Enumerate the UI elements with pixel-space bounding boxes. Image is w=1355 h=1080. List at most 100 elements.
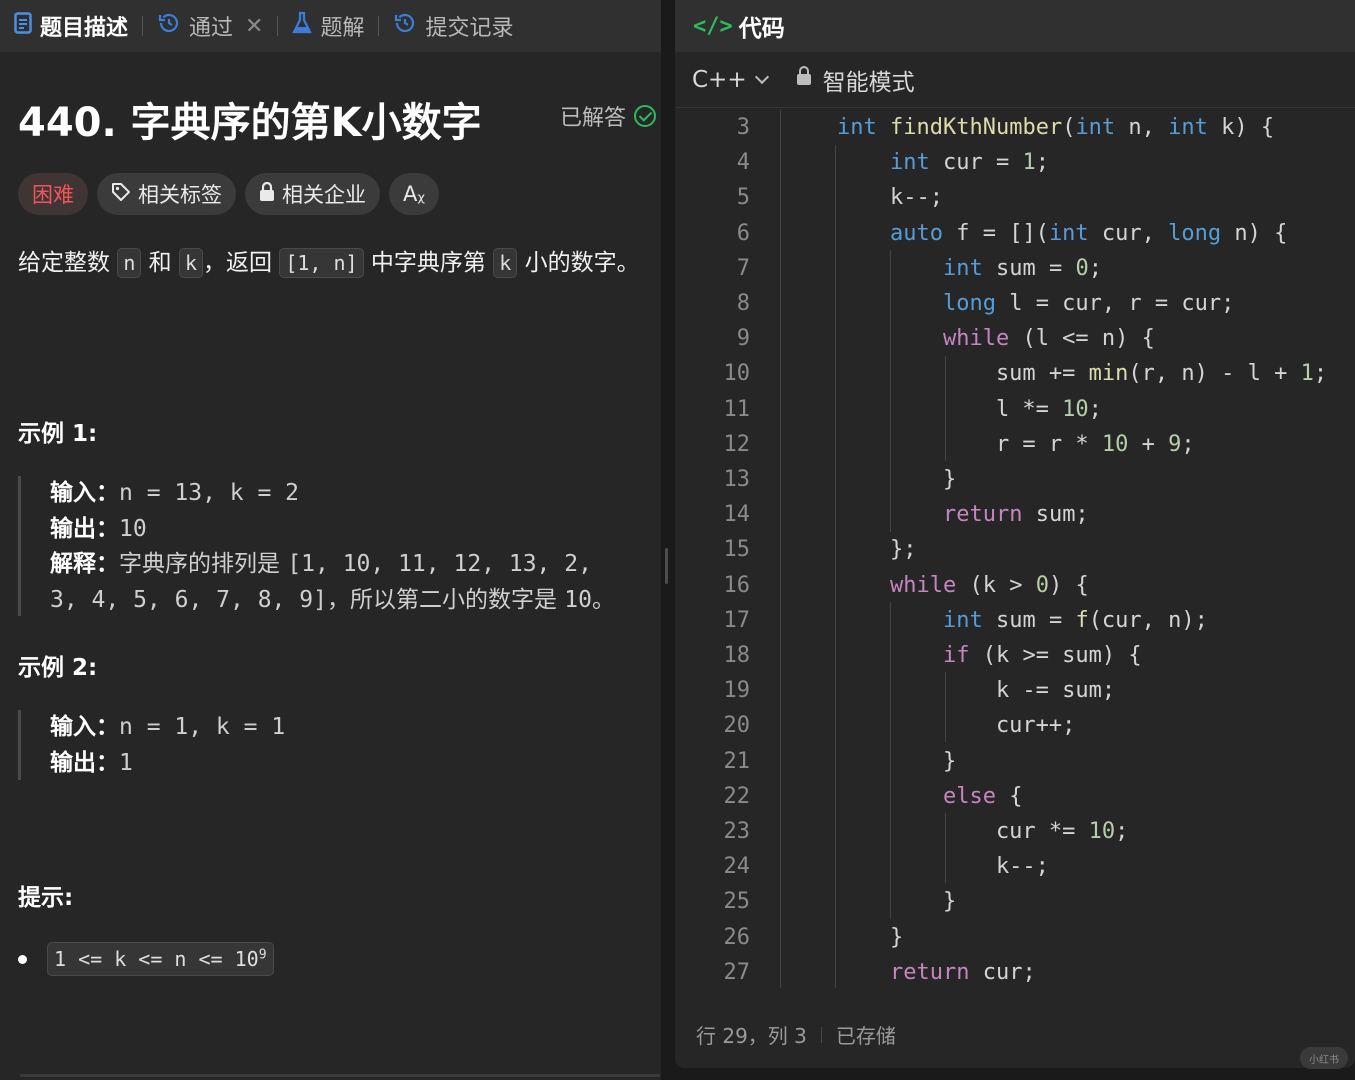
code-token: r = r *	[837, 431, 1102, 457]
lock-icon	[259, 181, 275, 207]
cursor-position: 行 29，列 3	[696, 1024, 807, 1048]
example-1-box: 输入：n = 13, k = 2 输出：10 解释：字典序的排列是 [1, 10…	[18, 476, 658, 616]
code-token: int	[889, 150, 930, 176]
language-select[interactable]: C++	[692, 67, 769, 93]
flask-icon	[292, 11, 313, 41]
code-token: (r, n) - l +	[1128, 361, 1301, 387]
tab-pass[interactable]: 通过 ✕	[157, 10, 263, 42]
code-token: long	[942, 291, 996, 316]
problem-tags: 困难 相关标签 相关企业 Aᵪ	[18, 173, 440, 215]
code-line: 10 sum += min(r, n) - l + 1;	[675, 356, 1355, 391]
code-token: ;	[1088, 255, 1102, 281]
editor-status-bar: 行 29，列 3 已存储	[696, 1020, 896, 1049]
watermark: 小红书	[1300, 1047, 1348, 1069]
example-2-box: 输入：n = 1, k = 1 输出：1	[18, 710, 418, 780]
tab-pass-label: 通过	[189, 16, 234, 41]
tab-submissions[interactable]: 提交记录	[393, 10, 514, 42]
problem-title: 440. 字典序的第K小数字	[18, 100, 482, 146]
line-number: 23	[723, 819, 751, 844]
code-token: n) {	[1221, 220, 1288, 246]
code-line: 12 r = r * 10 + 9;	[675, 427, 1355, 462]
code-token: }	[837, 467, 957, 492]
code-text: if (k >= sum) {	[837, 638, 1142, 673]
code-line: 21 }	[675, 744, 1355, 779]
line-number: 21	[723, 748, 751, 774]
code-token: ;	[1313, 361, 1328, 387]
problem-description: 给定整数 n 和 k ，返回 [1, n] 中字典序第 k 小的数字。	[18, 245, 643, 282]
code-token: f	[1075, 607, 1089, 633]
tab-solutions[interactable]: 题解	[292, 10, 364, 42]
tab-separator	[378, 16, 380, 36]
line-number: 24	[723, 854, 751, 880]
code-token: auto	[889, 220, 943, 246]
history-icon	[393, 11, 417, 41]
line-number: 3	[736, 115, 750, 140]
panel-divider[interactable]	[661, 0, 675, 1080]
line-number: 20	[723, 713, 751, 739]
code-token: k -= sum;	[837, 678, 1116, 704]
code-line: 17 int sum = f(cur, n);	[675, 603, 1355, 638]
code-token: (	[1062, 115, 1076, 140]
code-line: 13 }	[675, 462, 1355, 497]
code-line: 24 k--;	[675, 849, 1355, 884]
tab-description[interactable]: 题目描述	[14, 10, 128, 42]
code-text: while (l <= n) {	[837, 321, 1155, 356]
smart-mode-label: 智能模式	[822, 69, 915, 96]
code-token: }	[837, 748, 957, 774]
status-separator	[820, 1026, 822, 1043]
editor-toolbar: C++ 智能模式	[675, 52, 1355, 108]
code-text: long l = cur, r = cur;	[837, 286, 1234, 321]
scroll-indicator	[20, 1074, 660, 1077]
code-token: f = [](	[942, 220, 1049, 246]
code-icon: </>	[693, 13, 733, 39]
font-size-button[interactable]: Aᵪ	[389, 173, 440, 215]
close-icon[interactable]: ✕	[245, 14, 263, 39]
code-panel: </> 代码 C++ 智能模式 3 int findKthNumber(int n…	[675, 0, 1355, 1068]
code-text: sum += min(r, n) - l + 1;	[837, 356, 1327, 391]
code-panel-title: 代码	[738, 16, 785, 42]
constraint-exponent: 9	[258, 947, 267, 963]
code-token: ;	[1035, 150, 1049, 176]
code-text: l *= 10;	[837, 392, 1102, 427]
code-text: cur++;	[837, 708, 1075, 743]
line-number: 12	[723, 431, 751, 457]
tab-description-label: 题目描述	[40, 16, 129, 41]
code-text: k--;	[837, 849, 1049, 884]
smart-mode-button[interactable]: 智能模式	[796, 63, 915, 97]
code-token: 10	[1088, 819, 1116, 844]
line-number: 19	[723, 678, 751, 704]
code-token: while	[889, 572, 957, 598]
code-line: 25 }	[675, 884, 1355, 919]
code-line: 4 int cur = 1;	[675, 145, 1355, 180]
code-token: }	[837, 889, 957, 915]
code-token: n,	[1115, 115, 1169, 140]
line-number: 9	[736, 326, 750, 352]
code-token: sum =	[982, 607, 1076, 633]
code-text: while (k > 0) {	[837, 568, 1089, 603]
font-size-icon: Aᵪ	[403, 182, 426, 206]
code-token: sum =	[982, 255, 1076, 281]
code-text: }	[837, 920, 903, 955]
solved-status: 已解答	[560, 100, 657, 132]
code-text: }	[837, 744, 956, 779]
related-companies-button[interactable]: 相关企业	[245, 173, 380, 215]
code-token: };	[837, 537, 917, 563]
problem-tab-bar: 题目描述 通过 ✕ 题解 提交记录	[0, 0, 661, 52]
code-text: };	[837, 532, 917, 567]
inline-code: [1, n]	[279, 248, 364, 278]
code-token: else	[942, 783, 996, 809]
related-tags-button[interactable]: 相关标签	[97, 173, 236, 215]
output-value: 1	[119, 749, 133, 776]
tab-submissions-label: 提交记录	[425, 16, 514, 41]
code-token: (cur, n);	[1088, 607, 1208, 633]
explain-value: 10	[564, 586, 592, 613]
resize-handle[interactable]	[665, 548, 668, 584]
input-label: 输入：	[50, 714, 119, 740]
code-text: return cur;	[837, 955, 1036, 990]
